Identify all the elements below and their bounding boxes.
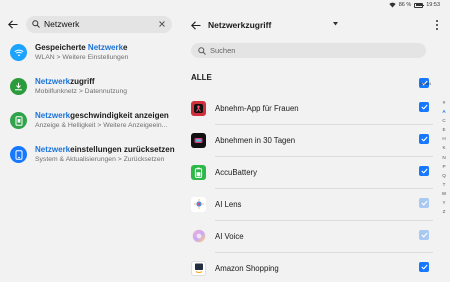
alphabet-letter[interactable]: E: [442, 125, 445, 134]
app-name: AccuBattery: [215, 167, 258, 177]
wifi-icon: [10, 44, 27, 61]
result-path: Mobilfunknetz > Datennutzung: [35, 88, 128, 95]
more-options-icon[interactable]: [434, 18, 440, 32]
app-name: Amazon Shopping: [215, 263, 279, 273]
app-row: AI Voice: [191, 220, 433, 252]
search-result-network-access[interactable]: Netzwerkzugriff Mobilfunknetz > Datennut…: [0, 76, 180, 110]
wlan-column-label: WLAN: [420, 82, 431, 86]
check-icon: [420, 168, 428, 174]
app-name: Abnehmen in 30 Tagen: [215, 135, 296, 145]
status-bar: 86 % 19:53: [0, 0, 450, 12]
check-icon: [420, 232, 428, 238]
back-arrow-icon: [8, 19, 18, 29]
wlan-checkbox[interactable]: [419, 166, 429, 176]
amazon-app-icon: [191, 260, 206, 276]
alphabet-letter[interactable]: A: [442, 107, 445, 116]
select-all-row: ALLE WLAN: [191, 68, 433, 92]
search-result-saved-networks[interactable]: Gespeicherte Netzwerke WLAN > Weitere Ei…: [0, 42, 180, 76]
clear-search-icon[interactable]: [158, 20, 166, 28]
app-row: Abnehm-App für Frauen: [191, 92, 433, 124]
battery-icon: [414, 2, 425, 8]
back-button[interactable]: [6, 17, 20, 31]
search-row: Netzwerk: [6, 14, 178, 34]
app-search-field[interactable]: Suchen: [191, 43, 426, 58]
app-list: Abnehm-App für Frauen Abnehmen in 30 Tag…: [191, 92, 433, 282]
alphabet-letter[interactable]: Z: [443, 207, 446, 216]
all-label: ALLE: [191, 73, 212, 82]
back-arrow-icon: [191, 20, 201, 30]
result-path: Anzeige & Helligkeit > Weitere Anzeigeei…: [35, 122, 168, 129]
header: Netzwerkzugriff: [184, 14, 450, 36]
search-results: Gespeicherte Netzwerke WLAN > Weitere Ei…: [0, 42, 180, 178]
alphabet-index[interactable]: # A C E H K N P Q T W Y Z: [440, 98, 448, 216]
data-usage-icon: [10, 78, 27, 95]
check-icon: [420, 104, 428, 110]
system-icon: [10, 146, 27, 163]
display-icon: [10, 112, 27, 129]
result-path: System & Aktualisierungen > Zurücksetzen: [35, 156, 165, 163]
wlan-checkbox[interactable]: [419, 102, 429, 112]
alphabet-letter[interactable]: K: [442, 143, 445, 152]
app-name: AI Lens: [215, 199, 242, 209]
search-icon: [198, 46, 206, 55]
alphabet-letter[interactable]: Q: [442, 171, 446, 180]
fitness-app-icon: [191, 100, 206, 116]
check-icon: [420, 200, 428, 206]
wlan-checkbox[interactable]: [419, 134, 429, 144]
alphabet-letter[interactable]: H: [442, 134, 445, 143]
status-icons: 86 % 19:53: [389, 2, 440, 8]
alphabet-letter[interactable]: C: [442, 116, 445, 125]
dropdown-triangle-icon: [333, 22, 339, 26]
result-title: Gespeicherte Netzwerke: [35, 43, 128, 52]
wlan-checkbox[interactable]: [419, 230, 429, 240]
search-icon: [32, 20, 40, 28]
ai-voice-icon: [191, 229, 206, 244]
ai-lens-icon: [191, 196, 206, 212]
alphabet-letter[interactable]: #: [443, 98, 446, 107]
check-icon: [420, 264, 428, 270]
search-input[interactable]: Netzwerk: [44, 19, 158, 29]
result-title: Netzwerkgeschwindigkeit anzeigen: [35, 111, 169, 120]
network-access-pane: Netzwerkzugriff Suchen ALLE WLAN Abnehm-…: [184, 12, 450, 282]
settings-search-field[interactable]: Netzwerk: [26, 15, 172, 33]
alphabet-letter[interactable]: T: [443, 180, 446, 189]
wlan-checkbox[interactable]: [419, 198, 429, 208]
alphabet-letter[interactable]: P: [442, 162, 445, 171]
wifi-status-icon: [389, 2, 396, 8]
search-placeholder: Suchen: [210, 46, 236, 55]
battery-percent: 86 %: [398, 2, 412, 8]
app-row: AccuBattery: [191, 156, 433, 188]
back-button[interactable]: [189, 18, 203, 32]
battery-app-icon: [191, 164, 206, 180]
result-title: Netzwerkzugriff: [35, 77, 95, 86]
clock: 19:53: [426, 2, 440, 8]
result-path: WLAN > Weitere Einstellungen: [35, 54, 129, 61]
alphabet-letter[interactable]: Y: [442, 198, 445, 207]
alphabet-letter[interactable]: W: [442, 189, 446, 198]
app-name: Abnehm-App für Frauen: [215, 103, 299, 113]
result-title: Netzwerkeinstellungen zurücksetzen: [35, 145, 175, 154]
app-name: AI Voice: [215, 231, 244, 241]
check-icon: [420, 136, 428, 142]
app-row: AI Lens: [191, 188, 433, 220]
settings-search-pane: Netzwerk Gespeicherte Netzwerke WLAN > W…: [0, 12, 180, 282]
app-row: Amazon Shopping: [191, 252, 433, 282]
app-row: Abnehmen in 30 Tagen: [191, 124, 433, 156]
network-type-dropdown[interactable]: [333, 22, 339, 28]
search-result-network-speed[interactable]: Netzwerkgeschwindigkeit anzeigen Anzeige…: [0, 110, 180, 144]
alphabet-letter[interactable]: N: [442, 153, 445, 162]
weightloss-app-icon: [191, 132, 206, 148]
wlan-checkbox[interactable]: [419, 262, 429, 272]
page-title: Netzwerkzugriff: [208, 20, 272, 30]
search-result-reset-network[interactable]: Netzwerkeinstellungen zurücksetzen Syste…: [0, 144, 180, 178]
